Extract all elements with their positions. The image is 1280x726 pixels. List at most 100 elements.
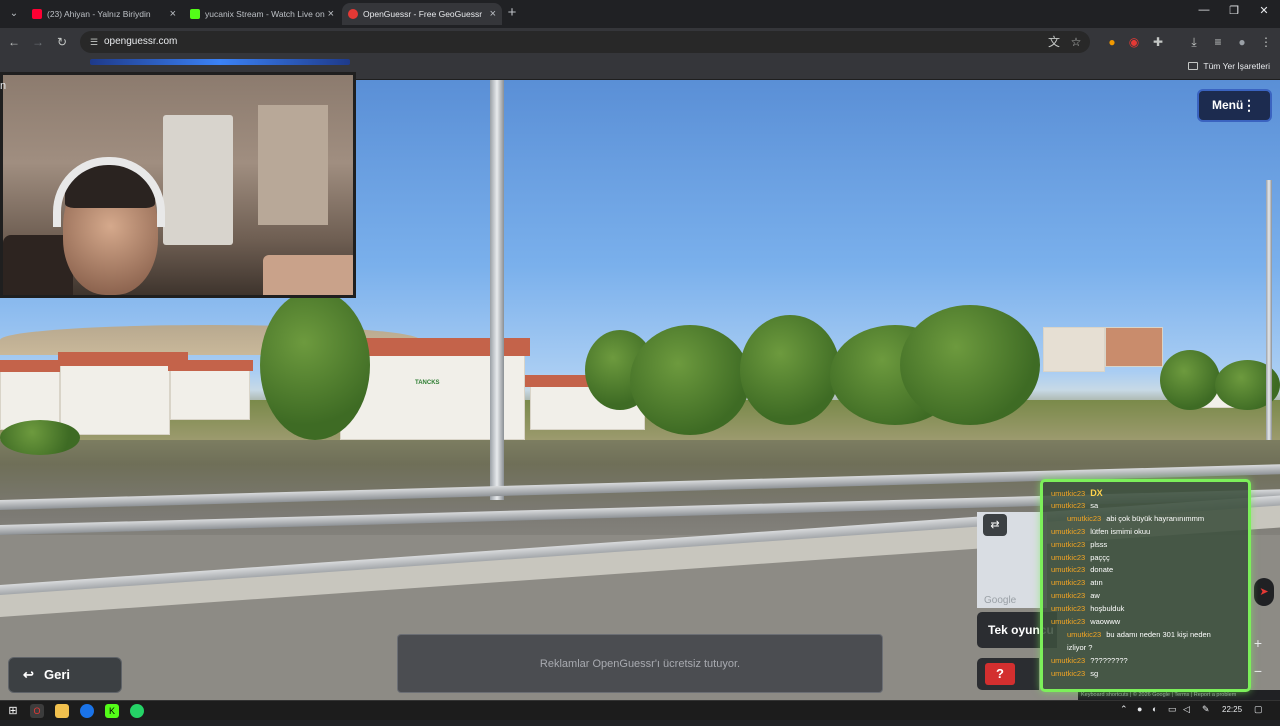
network-icon[interactable]: ▭	[1168, 704, 1177, 715]
chat-message: umutkic23 paççç	[1051, 553, 1110, 563]
close-tab-icon[interactable]: ×	[170, 3, 176, 25]
chat-username: umutkic23	[1051, 668, 1086, 678]
chat-username: umutkic23	[1051, 565, 1086, 575]
all-bookmarks-button[interactable]: Tüm Yer İşaretleri	[1188, 61, 1270, 71]
chat-text: hoşbulduk	[1090, 604, 1125, 614]
media-control-icon[interactable]: ≡	[1210, 34, 1226, 50]
file-explorer-icon[interactable]	[55, 704, 69, 718]
openguessr-icon	[348, 9, 358, 19]
tab-kick[interactable]: yucanix Stream - Watch Live on ×	[184, 3, 340, 25]
new-tab-button[interactable]: +	[504, 3, 520, 23]
building-sign: TANCKS	[415, 380, 440, 386]
tree	[0, 420, 80, 455]
chat-message: umutkic23 bu adamı neden 301 kişi neden	[1067, 630, 1211, 640]
chat-username: umutkic23	[1051, 591, 1086, 601]
windows-start-icon[interactable]: ⊞	[6, 704, 20, 718]
close-tab-icon[interactable]: ×	[328, 3, 334, 25]
minimize-button[interactable]: —	[1190, 4, 1218, 16]
go-back-button[interactable]: ↩ Geri dönmek	[8, 657, 122, 716]
chat-text: donate	[1090, 565, 1114, 575]
back-arrow-icon[interactable]: ←	[6, 34, 22, 50]
pen-icon[interactable]: ✎	[1202, 704, 1210, 715]
chat-username: umutkic23	[1051, 539, 1086, 549]
webcam-edge-text: n	[0, 80, 7, 92]
tab-strip: ⌄ (23) Ahiyan - Yalnız Biriydin × yucani…	[0, 0, 1280, 28]
chat-text: ?????????	[1090, 655, 1128, 665]
chat-message: umutkic23 hoşbulduk	[1051, 604, 1124, 614]
extension-record-icon[interactable]: ◉	[1126, 34, 1142, 50]
url-text[interactable]: openguessr.com	[104, 31, 177, 53]
opera-taskbar-icon[interactable]: O	[30, 704, 44, 718]
address-bar[interactable]: ☰ openguessr.com	[80, 31, 1090, 53]
apartment-building	[1105, 327, 1163, 367]
close-tab-icon[interactable]: ×	[490, 3, 496, 25]
taskbar-clock: 22:25	[1222, 705, 1243, 714]
more-menu-icon[interactable]: ⋮	[1258, 34, 1274, 50]
chat-message: umutkic23 lütfen ismimi okuu	[1051, 527, 1150, 537]
tree	[260, 290, 370, 440]
chat-text: DX	[1090, 488, 1103, 498]
tab-youtube[interactable]: (23) Ahiyan - Yalnız Biriydin ×	[26, 3, 182, 25]
extensions-puzzle-icon[interactable]: ✚	[1150, 34, 1166, 50]
chat-message: izliyor ?	[1067, 643, 1092, 653]
microphone-icon[interactable]: ●	[1137, 704, 1142, 714]
tab-openguessr[interactable]: OpenGuessr - Free GeoGuessr ×	[342, 3, 502, 25]
windows-taskbar: ⊞ O K ⌃ ● ◐ ▭ ◁ ✎ 22:25 ▢	[0, 700, 1280, 720]
chat-message: umutkic23 aw	[1051, 591, 1100, 601]
profile-avatar-icon[interactable]: ●	[1234, 34, 1250, 50]
chrome-taskbar-icon[interactable]	[80, 704, 94, 718]
menu-button[interactable]: Menü ⋮	[1197, 89, 1272, 122]
zoom-out-button[interactable]: −	[1250, 662, 1266, 680]
forward-arrow-icon[interactable]: →	[30, 34, 46, 50]
chat-username: umutkic23	[1051, 489, 1086, 498]
chat-username: umutkic23	[1067, 629, 1102, 639]
chat-message: umutkic23 plsss	[1051, 540, 1107, 550]
browser-toolbar: ← → ↻ ☰ openguessr.com 文 ☆ ● ◉ ✚ ⤓ ≡ ● ⋮	[0, 28, 1280, 56]
youtube-icon	[32, 9, 42, 19]
light-pole-far	[1266, 180, 1272, 440]
bookmark-star-icon[interactable]: ☆	[1068, 34, 1084, 50]
google-logo: Google	[984, 595, 1017, 606]
chat-username: umutkic23	[1051, 552, 1086, 562]
return-arrow-icon: ↩	[23, 667, 34, 682]
chat-message: umutkic23 atın	[1051, 578, 1103, 588]
chat-text: sa	[1090, 500, 1099, 510]
chat-text: waowww	[1090, 617, 1121, 626]
chat-message: umutkic23 abi çok büyük hayranınımmm	[1067, 514, 1204, 524]
roof	[0, 360, 62, 372]
map-settings-icon[interactable]: ⇄	[983, 514, 1007, 536]
translate-icon[interactable]: 文	[1046, 34, 1062, 50]
kick-taskbar-icon[interactable]: K	[105, 704, 119, 718]
building	[170, 370, 250, 420]
chat-username: umutkic23	[1067, 513, 1102, 523]
chat-message: umutkic23 sg	[1051, 669, 1098, 679]
chat-text: paççç	[1090, 552, 1110, 562]
ad-banner: Reklamlar OpenGuessr'ı ücretsiz tutuyor.	[397, 634, 883, 693]
tab-search-icon[interactable]: ⌄	[6, 6, 22, 22]
roof	[168, 360, 253, 371]
tab-title: yucanix Stream - Watch Live on	[205, 9, 325, 19]
compass-icon[interactable]: ➤	[1254, 578, 1274, 606]
zoom-in-button[interactable]: +	[1250, 634, 1266, 652]
tree	[1160, 350, 1220, 410]
tray-chevron-icon[interactable]: ⌃	[1120, 704, 1128, 715]
close-window-button[interactable]: ✕	[1250, 4, 1278, 17]
extension-icon[interactable]: ●	[1104, 34, 1120, 50]
notification-icon[interactable]: ▢	[1254, 704, 1263, 715]
light-pole	[490, 80, 504, 500]
help-button[interactable]: ?	[985, 663, 1015, 685]
chat-username: umutkic23	[1051, 526, 1086, 536]
chat-message: umutkic23?????????	[1051, 656, 1128, 666]
download-icon[interactable]: ⤓	[1186, 34, 1202, 50]
site-info-icon[interactable]: ☰	[88, 36, 100, 48]
chat-text: izliyor ?	[1067, 642, 1093, 652]
volume-icon[interactable]: ◁	[1183, 704, 1190, 715]
maximize-button[interactable]: ❐	[1220, 4, 1248, 17]
chat-username: umutkic23	[1051, 500, 1086, 510]
tree	[630, 325, 750, 435]
reload-icon[interactable]: ↻	[54, 34, 70, 50]
tray-app-icon[interactable]: ◐	[1152, 704, 1157, 714]
whatsapp-icon[interactable]	[130, 704, 144, 718]
chat-message: umutkic23 donate	[1051, 565, 1113, 575]
streamer-webcam	[0, 72, 356, 298]
